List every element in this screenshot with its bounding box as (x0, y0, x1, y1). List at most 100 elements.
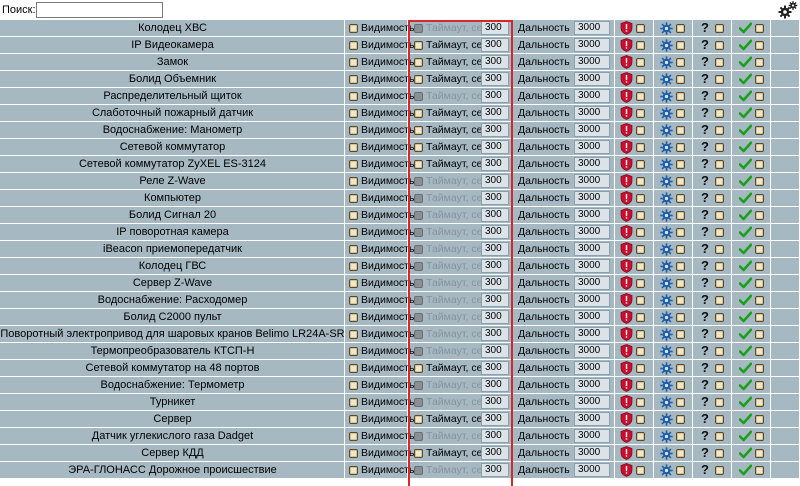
question-icon[interactable]: ? (701, 241, 709, 256)
timeout-input[interactable]: 300 (481, 106, 509, 120)
timeout-checkbox[interactable] (414, 58, 423, 67)
confirm-checkbox[interactable] (755, 313, 764, 322)
search-input[interactable] (36, 2, 163, 18)
timeout-input[interactable]: 300 (481, 21, 509, 35)
confirm-checkbox[interactable] (755, 92, 764, 101)
confirm-checkbox[interactable] (755, 398, 764, 407)
timeout-input[interactable]: 300 (481, 55, 509, 69)
alert-checkbox[interactable] (636, 211, 645, 220)
timeout-checkbox[interactable] (414, 143, 423, 152)
distance-input[interactable]: 3000 (574, 55, 610, 69)
help-checkbox[interactable] (715, 143, 724, 152)
timeout-checkbox[interactable] (414, 126, 423, 135)
visibility-checkbox[interactable] (349, 211, 358, 220)
visibility-checkbox[interactable] (349, 109, 358, 118)
shield-alert-icon[interactable] (620, 140, 633, 154)
timeout-input[interactable]: 300 (481, 395, 509, 409)
alert-checkbox[interactable] (636, 415, 645, 424)
confirm-checkbox[interactable] (755, 262, 764, 271)
settings-checkbox[interactable] (676, 398, 685, 407)
alert-checkbox[interactable] (636, 143, 645, 152)
shield-alert-icon[interactable] (620, 378, 633, 392)
help-checkbox[interactable] (715, 211, 724, 220)
gear-icon[interactable] (660, 226, 673, 239)
help-checkbox[interactable] (715, 92, 724, 101)
timeout-checkbox[interactable] (414, 330, 423, 339)
shield-alert-icon[interactable] (620, 276, 633, 290)
question-icon[interactable]: ? (701, 445, 709, 460)
question-icon[interactable]: ? (701, 139, 709, 154)
distance-input[interactable]: 3000 (574, 38, 610, 52)
settings-checkbox[interactable] (676, 432, 685, 441)
timeout-checkbox[interactable] (414, 381, 423, 390)
visibility-checkbox[interactable] (349, 126, 358, 135)
checkmark-icon[interactable] (739, 464, 752, 476)
question-icon[interactable]: ? (701, 173, 709, 188)
distance-input[interactable]: 3000 (574, 276, 610, 290)
timeout-input[interactable]: 300 (481, 191, 509, 205)
gear-icon[interactable] (660, 413, 673, 426)
visibility-checkbox[interactable] (349, 296, 358, 305)
settings-checkbox[interactable] (676, 160, 685, 169)
checkmark-icon[interactable] (739, 311, 752, 323)
help-checkbox[interactable] (715, 330, 724, 339)
gear-icon[interactable] (660, 39, 673, 52)
timeout-input[interactable]: 300 (481, 378, 509, 392)
timeout-checkbox[interactable] (414, 313, 423, 322)
confirm-checkbox[interactable] (755, 296, 764, 305)
distance-input[interactable]: 3000 (574, 463, 610, 477)
checkmark-icon[interactable] (739, 90, 752, 102)
settings-checkbox[interactable] (676, 347, 685, 356)
timeout-input[interactable]: 300 (481, 157, 509, 171)
alert-checkbox[interactable] (636, 75, 645, 84)
shield-alert-icon[interactable] (620, 310, 633, 324)
settings-checkbox[interactable] (676, 415, 685, 424)
help-checkbox[interactable] (715, 313, 724, 322)
help-checkbox[interactable] (715, 75, 724, 84)
distance-input[interactable]: 3000 (574, 293, 610, 307)
timeout-checkbox[interactable] (414, 245, 423, 254)
question-icon[interactable]: ? (701, 122, 709, 137)
settings-checkbox[interactable] (676, 279, 685, 288)
checkmark-icon[interactable] (739, 294, 752, 306)
confirm-checkbox[interactable] (755, 432, 764, 441)
shield-alert-icon[interactable] (620, 123, 633, 137)
shield-alert-icon[interactable] (620, 395, 633, 409)
settings-checkbox[interactable] (676, 296, 685, 305)
timeout-input[interactable]: 300 (481, 276, 509, 290)
timeout-checkbox[interactable] (414, 466, 423, 475)
help-checkbox[interactable] (715, 194, 724, 203)
visibility-checkbox[interactable] (349, 194, 358, 203)
timeout-input[interactable]: 300 (481, 72, 509, 86)
gear-icon[interactable] (660, 124, 673, 137)
shield-alert-icon[interactable] (620, 446, 633, 460)
distance-input[interactable]: 3000 (574, 446, 610, 460)
timeout-checkbox[interactable] (414, 296, 423, 305)
confirm-checkbox[interactable] (755, 194, 764, 203)
gear-icon[interactable] (660, 209, 673, 222)
distance-input[interactable]: 3000 (574, 174, 610, 188)
visibility-checkbox[interactable] (349, 262, 358, 271)
gear-icon[interactable] (660, 260, 673, 273)
checkmark-icon[interactable] (739, 362, 752, 374)
shield-alert-icon[interactable] (620, 55, 633, 69)
confirm-checkbox[interactable] (755, 160, 764, 169)
timeout-input[interactable]: 300 (481, 242, 509, 256)
visibility-checkbox[interactable] (349, 449, 358, 458)
gear-icon[interactable] (660, 464, 673, 477)
help-checkbox[interactable] (715, 41, 724, 50)
timeout-checkbox[interactable] (414, 432, 423, 441)
gear-icon[interactable] (660, 430, 673, 443)
settings-checkbox[interactable] (676, 177, 685, 186)
timeout-input[interactable]: 300 (481, 412, 509, 426)
gear-icon[interactable] (660, 447, 673, 460)
visibility-checkbox[interactable] (349, 398, 358, 407)
settings-checkbox[interactable] (676, 126, 685, 135)
alert-checkbox[interactable] (636, 262, 645, 271)
help-checkbox[interactable] (715, 160, 724, 169)
timeout-checkbox[interactable] (414, 194, 423, 203)
gear-icon[interactable] (660, 56, 673, 69)
settings-checkbox[interactable] (676, 143, 685, 152)
shield-alert-icon[interactable] (620, 72, 633, 86)
timeout-checkbox[interactable] (414, 41, 423, 50)
